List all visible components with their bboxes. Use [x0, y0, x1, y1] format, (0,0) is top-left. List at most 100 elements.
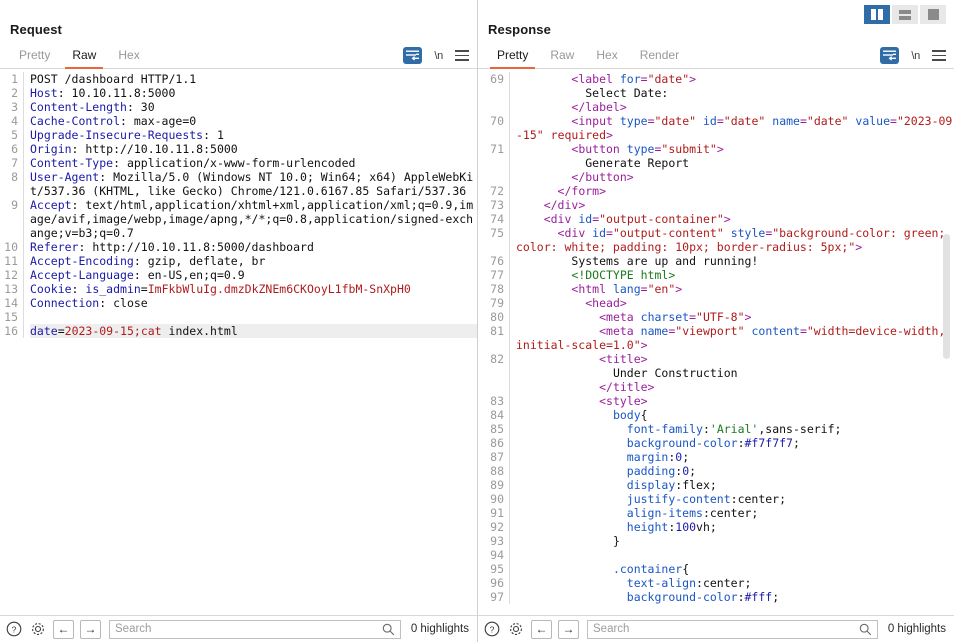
- line-number: .: [480, 86, 504, 100]
- code-line: <label for="date">: [571, 72, 697, 86]
- search-previous-button[interactable]: ←: [531, 619, 552, 639]
- request-code-area[interactable]: 12345678.9..10111213141516 POST /dashboa…: [0, 69, 477, 615]
- line-number: 8: [11, 170, 18, 184]
- search-next-button[interactable]: →: [80, 619, 101, 639]
- tab-response-pretty[interactable]: Pretty: [486, 48, 539, 69]
- code-line: display:flex;: [626, 478, 717, 492]
- request-search-input[interactable]: [115, 623, 382, 635]
- code-line: Select Date:: [585, 86, 669, 100]
- line-number: 4: [11, 114, 18, 128]
- code-line: justify-content:center;: [626, 492, 787, 506]
- line-number: 86: [490, 436, 504, 450]
- line-number: 75: [490, 226, 504, 240]
- line-number: 72: [490, 184, 504, 198]
- request-menu-icon[interactable]: [455, 50, 469, 61]
- code-line: <div id="output-container">: [543, 212, 731, 226]
- response-code-area[interactable]: 69..70.71..72737475.767778798081.82..838…: [478, 69, 954, 615]
- code-line: <!DOCTYPE html>: [571, 268, 676, 282]
- vertical-split-icon: [871, 9, 883, 20]
- response-search-box[interactable]: [587, 619, 878, 639]
- code-line: Referer: http://10.10.11.8:5000/dashboar…: [30, 240, 314, 254]
- tab-response-raw[interactable]: Raw: [539, 48, 585, 68]
- line-number: 6: [11, 142, 18, 156]
- search-previous-button[interactable]: ←: [53, 619, 74, 639]
- line-number: 13: [4, 282, 18, 296]
- response-menu-icon[interactable]: [932, 50, 946, 61]
- tab-response-hex[interactable]: Hex: [585, 48, 628, 68]
- line-number: .: [2, 212, 18, 226]
- line-number: 89: [490, 478, 504, 492]
- line-number: 10: [4, 240, 18, 254]
- response-vertical-scrollbar[interactable]: [943, 234, 950, 359]
- code-line: Host: 10.10.11.8:5000: [30, 86, 176, 100]
- code-line: Under Construction: [612, 366, 738, 380]
- word-wrap-icon[interactable]: [880, 47, 900, 64]
- code-line: Connection: close: [30, 296, 148, 310]
- code-line: padding:0;: [626, 464, 697, 478]
- line-number: 9: [11, 198, 18, 212]
- code-line: </button>: [571, 170, 634, 184]
- code-line: </div>: [543, 198, 586, 212]
- code-line: margin:0;: [626, 450, 690, 464]
- code-line: Content-Type: application/x-www-form-url…: [30, 156, 356, 170]
- help-icon[interactable]: ?: [5, 620, 23, 638]
- code-line: POST /dashboard HTTP/1.1: [30, 72, 197, 86]
- code-line: Cookie: is_admin=ImFkbWluIg.dmzDkZNEm6CK…: [30, 282, 411, 296]
- line-number: 76: [490, 254, 504, 268]
- tab-response-render[interactable]: Render: [629, 48, 690, 68]
- response-search-input[interactable]: [593, 623, 859, 635]
- code-line: </label>: [571, 100, 627, 114]
- code-line: text-align:center;: [626, 576, 752, 590]
- layout-toggle-group: [864, 5, 946, 24]
- line-number: 94: [490, 548, 504, 562]
- code-line: Cache-Control: max-age=0: [30, 114, 197, 128]
- line-number: .: [480, 366, 504, 380]
- line-number: .: [480, 156, 504, 170]
- code-line: <html lang="en">: [571, 282, 683, 296]
- line-number: 78: [490, 282, 504, 296]
- code-line: <button type="submit">: [571, 142, 724, 156]
- code-line: date=2023-09-15;cat index.html: [30, 324, 477, 338]
- response-pane: Response Pretty Raw Hex Render \n 69 70 …: [477, 0, 954, 642]
- line-number: 91: [490, 506, 504, 520]
- layout-horizontal-split-button[interactable]: [892, 5, 918, 24]
- line-number: 70: [490, 114, 504, 128]
- line-number: 79: [490, 296, 504, 310]
- tab-request-pretty[interactable]: Pretty: [8, 48, 61, 68]
- line-number: 73: [490, 198, 504, 212]
- layout-vertical-split-button[interactable]: [864, 5, 890, 24]
- code-line: align-items:center;: [626, 506, 759, 520]
- word-wrap-icon[interactable]: [403, 47, 423, 64]
- code-line: }: [612, 534, 620, 548]
- code-line: height:100vh;: [626, 520, 717, 534]
- line-number: 84: [490, 408, 504, 422]
- tab-request-raw[interactable]: Raw: [61, 48, 107, 69]
- code-line: Content-Length: 30: [30, 100, 155, 114]
- tab-request-hex[interactable]: Hex: [107, 48, 150, 68]
- code-line: <input type="date" id="date" name="date"…: [516, 114, 953, 142]
- line-number: 16: [4, 324, 18, 338]
- line-number: .: [2, 184, 18, 198]
- code-line: <style>: [599, 394, 648, 408]
- code-line: Generate Report: [585, 156, 690, 170]
- horizontal-split-icon: [899, 9, 911, 20]
- request-highlights-count: 0 highlights: [410, 623, 469, 635]
- code-line: font-family:'Arial',sans-serif;: [626, 422, 842, 436]
- request-tab-row: Pretty Raw Hex \n: [0, 43, 477, 69]
- response-code-lines[interactable]: <label for="date"> Select Date: </label>…: [510, 72, 954, 604]
- request-code-lines[interactable]: POST /dashboard HTTP/1.1 Host: 10.10.11.8…: [24, 72, 477, 338]
- newline-toggle-button[interactable]: \n: [911, 50, 920, 62]
- request-line-numbers: 12345678.9..10111213141516: [0, 72, 24, 338]
- request-search-box[interactable]: [109, 619, 401, 639]
- code-line: body{: [612, 408, 648, 422]
- settings-gear-icon[interactable]: [507, 620, 525, 638]
- search-icon: [382, 623, 395, 635]
- newline-toggle-button[interactable]: \n: [434, 50, 443, 62]
- help-icon[interactable]: ?: [483, 620, 501, 638]
- search-next-button[interactable]: →: [558, 619, 579, 639]
- line-number: 11: [4, 254, 18, 268]
- layout-single-pane-button[interactable]: [920, 5, 946, 24]
- settings-gear-icon[interactable]: [29, 620, 47, 638]
- line-number: 82: [490, 352, 504, 366]
